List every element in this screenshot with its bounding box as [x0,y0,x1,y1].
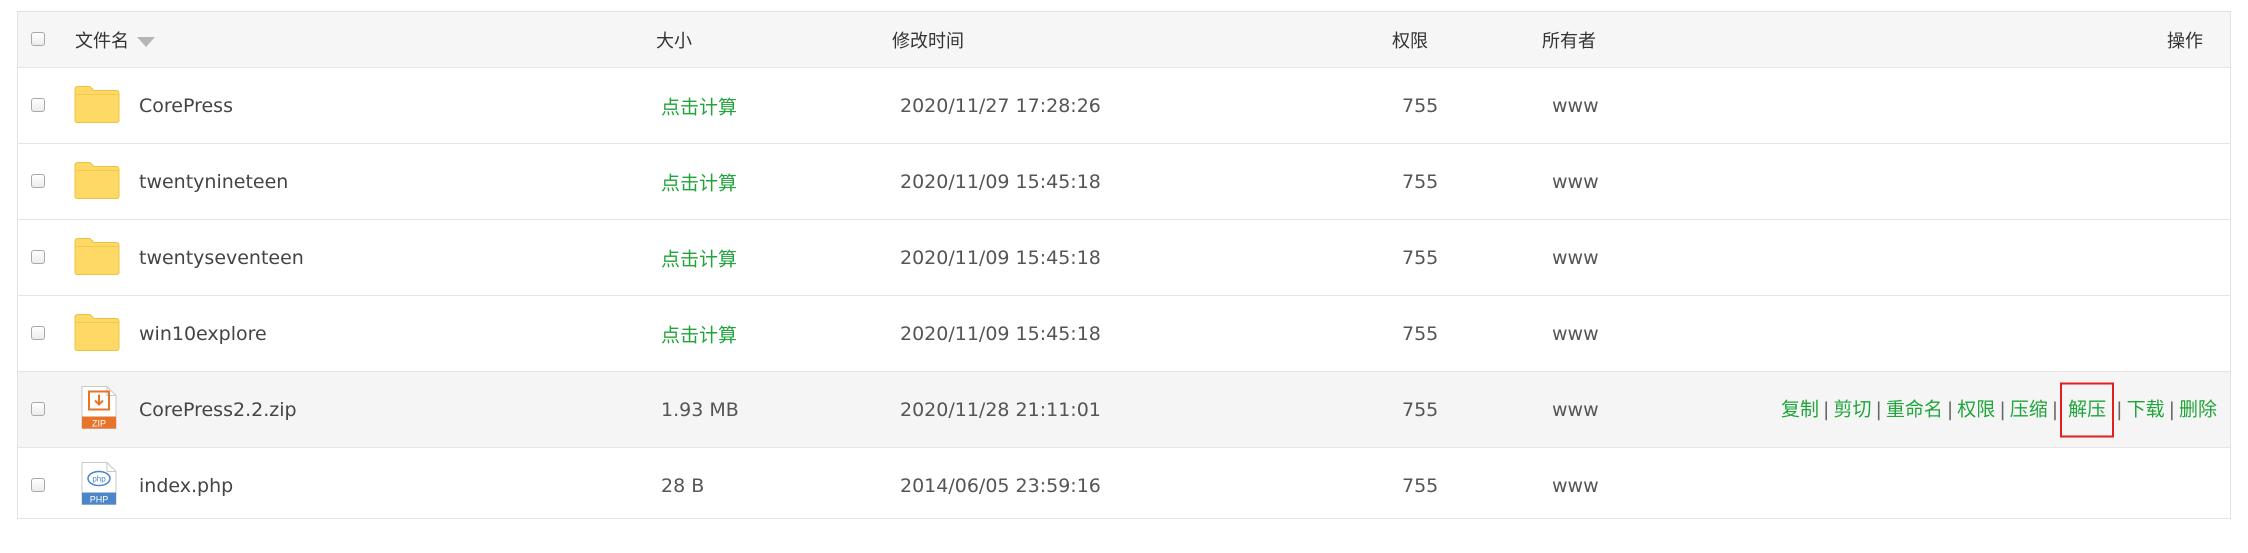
row-checkbox[interactable] [31,173,45,188]
file-perm: 755 [1402,475,1439,497]
file-owner: www [1552,170,1599,193]
header-name[interactable]: 文件名 [75,27,155,53]
table-header: 文件名 大小 修改时间 权限 所有者 操作 [18,12,2230,68]
extract-highlight-box: 解压 [2060,382,2115,437]
header-owner: 所有者 [1542,30,1596,52]
file-perm: 755 [1402,398,1439,421]
table-row[interactable]: ZIP CorePress2.2.zip 1.93 MB 2020/11/28 … [18,372,2230,448]
file-name[interactable]: index.php [139,475,233,497]
file-perm: 755 [1402,170,1439,193]
file-mtime: 2020/11/09 15:45:18 [900,170,1101,193]
table-row[interactable]: CorePress 点击计算 2020/11/27 17:28:26 755 w… [18,68,2230,144]
row-checkbox[interactable] [31,478,45,492]
action-separator: | [2168,398,2175,420]
file-name[interactable]: twentynineteen [139,171,288,193]
calc-size-link[interactable]: 点击计算 [661,320,737,347]
extract-action[interactable]: 解压 [2068,398,2106,420]
copy-action[interactable]: 复制 [1781,398,1819,420]
action-separator: | [2116,398,2123,420]
file-name[interactable]: twentyseventeen [139,247,304,269]
folder-icon [74,235,120,280]
file-mtime: 2020/11/27 17:28:26 [900,94,1101,117]
folder-icon [74,311,120,356]
action-separator: | [1999,398,2006,420]
action-separator: | [1946,398,1954,420]
file-perm: 755 [1402,246,1439,269]
table-row[interactable]: php PHP index.php 28 B 2014/06/05 23:59:… [18,448,2230,524]
table-row[interactable]: twentyseventeen 点击计算 2020/11/09 15:45:18… [18,220,2230,296]
file-name[interactable]: win10explore [139,323,267,345]
action-separator: | [1823,398,1830,420]
folder-icon [74,83,120,128]
file-name[interactable]: CorePress [139,95,233,117]
file-owner: www [1552,322,1599,345]
table-row[interactable]: twentynineteen 点击计算 2020/11/09 15:45:18 … [18,144,2230,220]
row-checkbox[interactable] [31,325,45,340]
file-size: 28 B [661,475,705,497]
zip-icon-label: ZIP [92,418,106,428]
row-actions: 复制 | 剪切 | 重命名 | 权限 | 压缩 | 解压 | 下载 | 删除 [1781,382,2217,437]
file-owner: www [1552,398,1599,421]
header-ops: 操作 [2167,30,2203,52]
header-mtime[interactable]: 修改时间 [892,27,964,53]
header-perm: 权限 [1392,30,1428,52]
file-owner: www [1552,475,1599,497]
action-separator: | [1875,398,1882,420]
php-icon-badge: php [92,475,106,484]
file-mtime: 2014/06/05 23:59:16 [900,475,1101,497]
file-owner: www [1552,246,1599,269]
select-all-checkbox[interactable] [31,31,45,46]
sort-down-icon[interactable] [137,36,155,47]
file-size: 1.93 MB [661,398,739,421]
rename-action[interactable]: 重命名 [1886,398,1943,420]
permission-action[interactable]: 权限 [1957,398,1995,420]
action-separator: | [2051,398,2059,420]
file-mtime: 2020/11/09 15:45:18 [900,322,1101,345]
zip-file-icon: ZIP [81,385,117,434]
calc-size-link[interactable]: 点击计算 [661,244,737,271]
file-table: 文件名 大小 修改时间 权限 所有者 操作 CorePress 点击计算 202… [17,11,2231,519]
row-checkbox[interactable] [31,401,45,416]
header-name-label: 文件名 [75,30,129,52]
calc-size-link[interactable]: 点击计算 [661,92,737,119]
table-row[interactable]: win10explore 点击计算 2020/11/09 15:45:18 75… [18,296,2230,372]
file-owner: www [1552,94,1599,117]
file-perm: 755 [1402,322,1439,345]
php-icon-label: PHP [90,495,109,505]
compress-action[interactable]: 压缩 [2010,398,2048,420]
file-mtime: 2020/11/09 15:45:18 [900,246,1101,269]
file-mtime: 2020/11/28 21:11:01 [900,398,1101,421]
file-perm: 755 [1402,94,1439,117]
header-size[interactable]: 大小 [656,27,692,53]
php-file-icon: php PHP [81,462,117,511]
delete-action[interactable]: 删除 [2179,398,2217,420]
calc-size-link[interactable]: 点击计算 [661,168,737,195]
file-name[interactable]: CorePress2.2.zip [139,399,297,421]
row-checkbox[interactable] [31,97,45,112]
cut-action[interactable]: 剪切 [1833,398,1871,420]
folder-icon [74,159,120,204]
download-action[interactable]: 下载 [2127,398,2165,420]
row-checkbox[interactable] [31,249,45,264]
